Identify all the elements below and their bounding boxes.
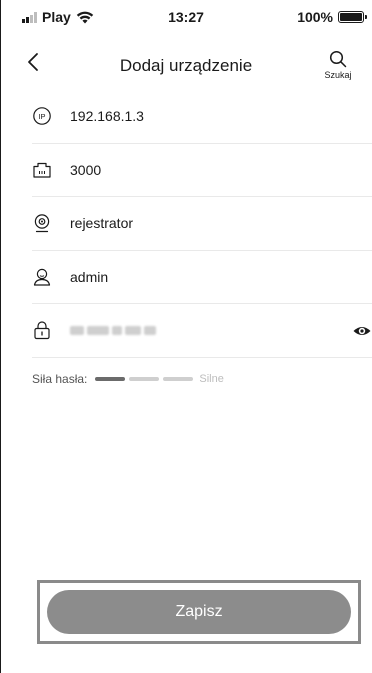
strength-label: Siła hasła:: [32, 372, 88, 386]
strength-level: Silne: [199, 373, 224, 385]
nav-bar: Dodaj urządzenie Szukaj: [0, 34, 372, 90]
ip-field[interactable]: IP 192.168.1.3: [32, 90, 372, 144]
search-icon: [329, 50, 347, 68]
username-value: admin: [70, 268, 109, 285]
eye-icon[interactable]: [352, 321, 372, 341]
search-button[interactable]: Szukaj: [318, 50, 358, 80]
password-strength: Siła hasła: Silne: [32, 372, 224, 386]
device-name-value: rejestrator: [70, 215, 134, 232]
password-field[interactable]: [32, 304, 372, 358]
user-icon: [33, 268, 51, 286]
battery-icon: [338, 11, 367, 23]
status-right: 100%: [297, 9, 367, 25]
port-icon: [33, 162, 51, 178]
page-title: Dodaj urządzenie: [119, 56, 253, 75]
save-button-frame: Zapisz: [37, 580, 361, 644]
save-button[interactable]: Zapisz: [47, 590, 351, 634]
window-edge: [0, 0, 1, 673]
port-value: 3000: [70, 161, 102, 178]
device-name-field[interactable]: rejestrator: [32, 197, 372, 251]
lock-icon: [34, 321, 50, 340]
svg-text:IP: IP: [38, 112, 45, 121]
port-field[interactable]: 3000: [32, 144, 372, 197]
password-masked-value: [70, 325, 156, 335]
username-field[interactable]: admin: [32, 251, 372, 304]
strength-segment-3: [163, 377, 194, 381]
camera-icon: [34, 214, 50, 233]
ip-icon: IP: [33, 107, 51, 126]
device-form: IP 192.168.1.3 3000 rejestrator admin: [32, 90, 372, 358]
search-label: Szukaj: [324, 70, 352, 80]
strength-segment-1: [95, 377, 126, 381]
battery-percent: 100%: [297, 9, 333, 25]
strength-segment-2: [129, 377, 160, 381]
status-bar: Play 13:27 100%: [0, 0, 372, 34]
ip-value: 192.168.1.3: [70, 108, 144, 125]
